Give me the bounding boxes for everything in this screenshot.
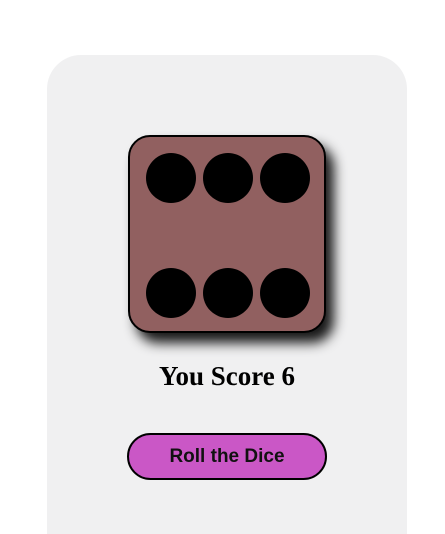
page: You Score 6 Roll the Dice	[0, 0, 445, 534]
pip	[260, 153, 310, 203]
pip	[203, 153, 253, 203]
pip	[146, 153, 196, 203]
pip	[146, 268, 196, 318]
pip	[203, 268, 253, 318]
pip	[260, 268, 310, 318]
roll-dice-button[interactable]: Roll the Dice	[127, 433, 327, 480]
die	[128, 135, 326, 333]
score-text: You Score 6	[158, 361, 295, 391]
